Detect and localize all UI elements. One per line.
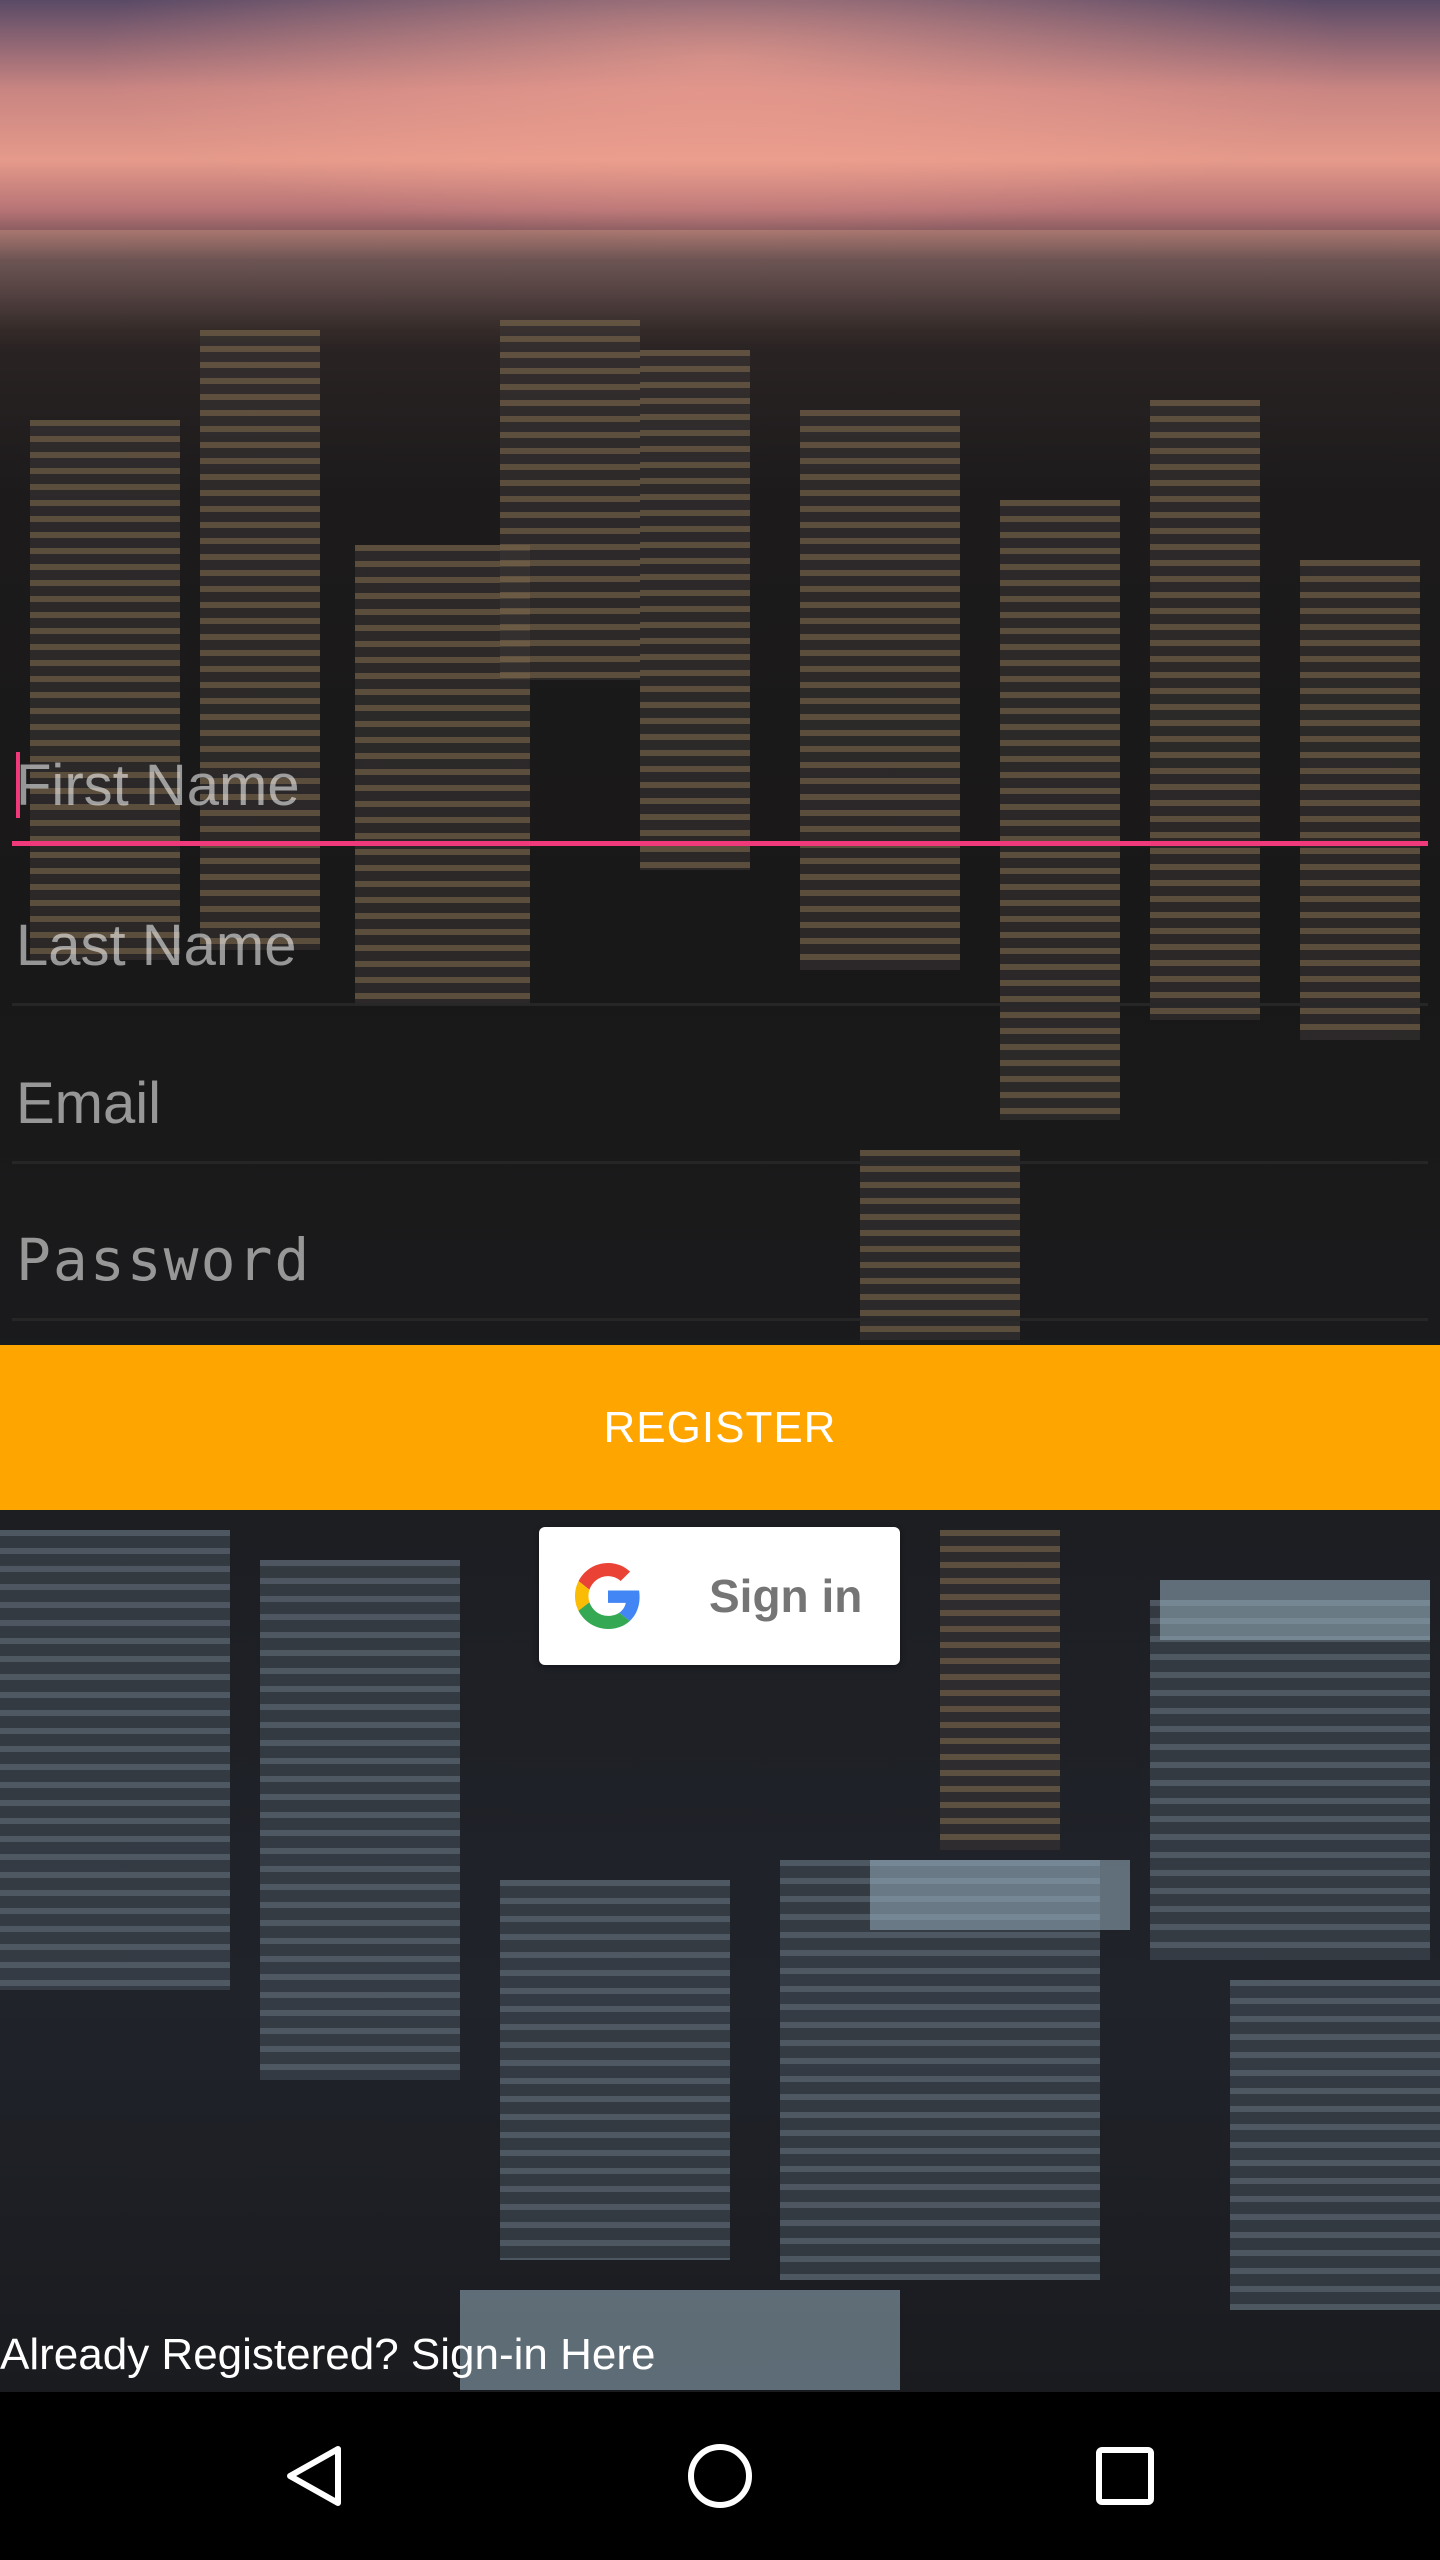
last-name-input[interactable] [12,890,1428,1000]
email-field[interactable] [12,1048,1428,1168]
registration-screen: REGISTER Sign in Already Registered? Sig… [0,0,1440,2560]
first-name-input[interactable] [12,730,1428,840]
recents-button[interactable] [1035,2392,1215,2560]
google-sign-in-button[interactable]: Sign in [539,1527,900,1665]
back-triangle-icon [287,2446,341,2506]
first-name-underline [12,841,1428,846]
system-navigation-bar [0,2392,1440,2560]
last-name-underline [12,1003,1428,1006]
password-input[interactable] [12,1205,1428,1315]
home-circle-icon [688,2444,752,2508]
password-field[interactable] [12,1205,1428,1325]
already-registered-link[interactable]: Already Registered? Sign-in Here [0,2330,655,2380]
google-g-icon [575,1563,640,1629]
email-underline [12,1161,1428,1164]
email-input[interactable] [12,1048,1428,1158]
last-name-field[interactable] [12,890,1428,1010]
recents-square-icon [1096,2447,1154,2505]
password-underline [12,1318,1428,1321]
first-name-field[interactable] [12,730,1428,850]
city-background-image [0,0,1440,2392]
register-button[interactable]: REGISTER [0,1345,1440,1510]
google-sign-in-label: Sign in [709,1570,863,1622]
back-button[interactable] [225,2392,405,2560]
home-button[interactable] [630,2392,810,2560]
text-caret [16,752,20,818]
